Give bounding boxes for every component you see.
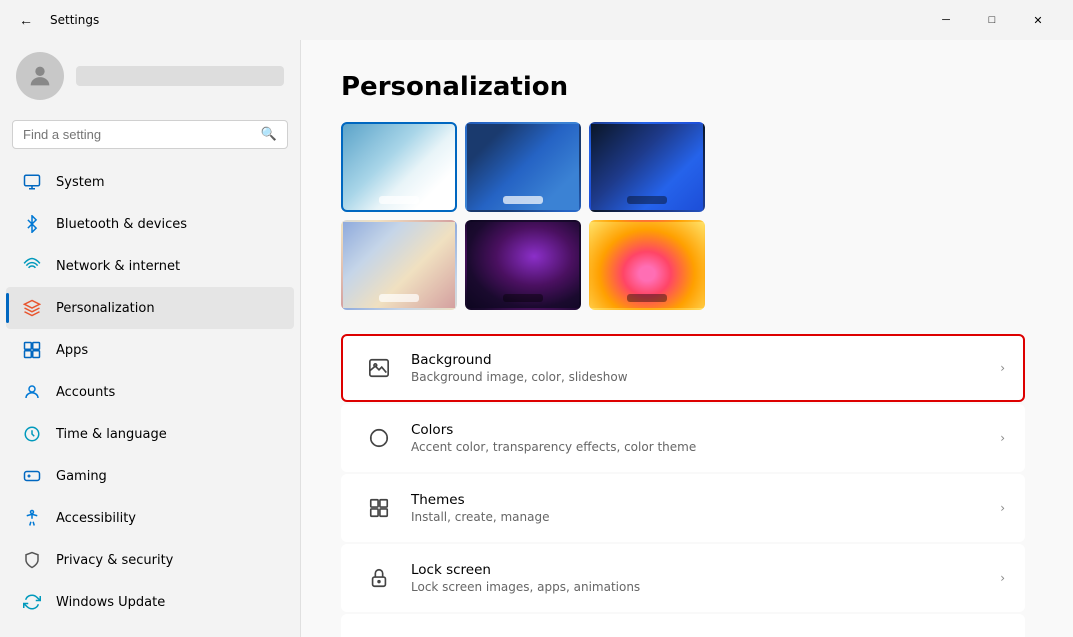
colors-icon	[361, 420, 397, 456]
lockscreen-chevron: ›	[1000, 571, 1005, 585]
search-input[interactable]	[23, 127, 253, 142]
taskbar-indicator-5	[503, 294, 543, 302]
privacy-icon	[22, 550, 42, 570]
sidebar-item-label-privacy: Privacy & security	[56, 553, 173, 568]
sidebar-item-label-bluetooth: Bluetooth & devices	[56, 217, 187, 232]
colors-desc: Accent color, transparency effects, colo…	[411, 440, 1000, 454]
wallpaper-thumb-1[interactable]	[341, 122, 457, 212]
themes-icon	[361, 490, 397, 526]
sidebar-item-label-time: Time & language	[56, 427, 167, 442]
app-title: Settings	[50, 13, 99, 27]
settings-list: Background Background image, color, slid…	[341, 334, 1025, 637]
sidebar-item-label-update: Windows Update	[56, 595, 165, 610]
window-controls: ─ □ ✕	[923, 0, 1061, 40]
accessibility-icon	[22, 508, 42, 528]
app-body: 🔍 System Bluetooth & devices Network & i…	[0, 40, 1073, 637]
sidebar-item-accessibility[interactable]: Accessibility	[6, 497, 294, 539]
personalization-icon	[22, 298, 42, 318]
background-title: Background	[411, 352, 1000, 368]
sidebar-item-accounts[interactable]: Accounts	[6, 371, 294, 413]
sidebar-item-network[interactable]: Network & internet	[6, 245, 294, 287]
network-icon	[22, 256, 42, 276]
title-bar-left: ← Settings	[12, 6, 923, 34]
sidebar-item-bluetooth[interactable]: Bluetooth & devices	[6, 203, 294, 245]
wallpaper-thumb-2[interactable]	[465, 122, 581, 212]
background-text: Background Background image, color, slid…	[411, 352, 1000, 384]
background-desc: Background image, color, slideshow	[411, 370, 1000, 384]
colors-text: Colors Accent color, transparency effect…	[411, 422, 1000, 454]
settings-card-background[interactable]: Background Background image, color, slid…	[341, 334, 1025, 402]
time-icon	[22, 424, 42, 444]
user-profile[interactable]	[0, 40, 300, 116]
sidebar: 🔍 System Bluetooth & devices Network & i…	[0, 40, 300, 637]
settings-card-textinput[interactable]: Text input ›	[341, 614, 1025, 637]
taskbar-indicator-6	[627, 294, 667, 302]
bluetooth-icon	[22, 214, 42, 234]
title-bar: ← Settings ─ □ ✕	[0, 0, 1073, 40]
settings-card-colors[interactable]: Colors Accent color, transparency effect…	[341, 404, 1025, 472]
themes-title: Themes	[411, 492, 1000, 508]
lockscreen-title: Lock screen	[411, 562, 1000, 578]
sidebar-item-label-apps: Apps	[56, 343, 88, 358]
minimize-button[interactable]: ─	[923, 0, 969, 40]
sidebar-item-gaming[interactable]: Gaming	[6, 455, 294, 497]
sidebar-item-label-accessibility: Accessibility	[56, 511, 136, 526]
themes-chevron: ›	[1000, 501, 1005, 515]
search-icon: 🔍	[261, 127, 277, 142]
back-button[interactable]: ←	[12, 6, 40, 34]
settings-card-lockscreen[interactable]: Lock screen Lock screen images, apps, an…	[341, 544, 1025, 612]
apps-icon	[22, 340, 42, 360]
sidebar-item-label-gaming: Gaming	[56, 469, 107, 484]
wallpaper-grid	[341, 122, 1025, 310]
background-chevron: ›	[1000, 361, 1005, 375]
accounts-icon	[22, 382, 42, 402]
wallpaper-thumb-5[interactable]	[465, 220, 581, 310]
colors-chevron: ›	[1000, 431, 1005, 445]
taskbar-indicator-3	[627, 196, 667, 204]
themes-desc: Install, create, manage	[411, 510, 1000, 524]
sidebar-item-personalization[interactable]: Personalization	[6, 287, 294, 329]
sidebar-item-apps[interactable]: Apps	[6, 329, 294, 371]
system-icon	[22, 172, 42, 192]
sidebar-item-update[interactable]: Windows Update	[6, 581, 294, 623]
background-icon	[361, 350, 397, 386]
sidebar-item-label-personalization: Personalization	[56, 301, 155, 316]
page-title: Personalization	[341, 72, 1025, 102]
close-button[interactable]: ✕	[1015, 0, 1061, 40]
wallpaper-thumb-4[interactable]	[341, 220, 457, 310]
update-icon	[22, 592, 42, 612]
sidebar-item-privacy[interactable]: Privacy & security	[6, 539, 294, 581]
sidebar-item-time[interactable]: Time & language	[6, 413, 294, 455]
taskbar-indicator-1	[379, 196, 419, 204]
user-name	[76, 66, 284, 86]
taskbar-indicator-2	[503, 196, 543, 204]
taskbar-indicator-4	[379, 294, 419, 302]
wallpaper-thumb-6[interactable]	[589, 220, 705, 310]
maximize-button[interactable]: □	[969, 0, 1015, 40]
sidebar-item-system[interactable]: System	[6, 161, 294, 203]
wallpaper-thumb-3[interactable]	[589, 122, 705, 212]
sidebar-item-label-accounts: Accounts	[56, 385, 115, 400]
lockscreen-text: Lock screen Lock screen images, apps, an…	[411, 562, 1000, 594]
search-box[interactable]: 🔍	[12, 120, 288, 149]
avatar	[16, 52, 64, 100]
lockscreen-icon	[361, 560, 397, 596]
main-content: Personalization	[301, 40, 1073, 637]
search-container: 🔍	[0, 116, 300, 161]
nav-list: System Bluetooth & devices Network & int…	[0, 161, 300, 623]
settings-card-themes[interactable]: Themes Install, create, manage ›	[341, 474, 1025, 542]
textinput-icon	[361, 630, 397, 637]
colors-title: Colors	[411, 422, 1000, 438]
lockscreen-desc: Lock screen images, apps, animations	[411, 580, 1000, 594]
sidebar-item-label-system: System	[56, 175, 104, 190]
sidebar-item-label-network: Network & internet	[56, 259, 180, 274]
gaming-icon	[22, 466, 42, 486]
themes-text: Themes Install, create, manage	[411, 492, 1000, 524]
